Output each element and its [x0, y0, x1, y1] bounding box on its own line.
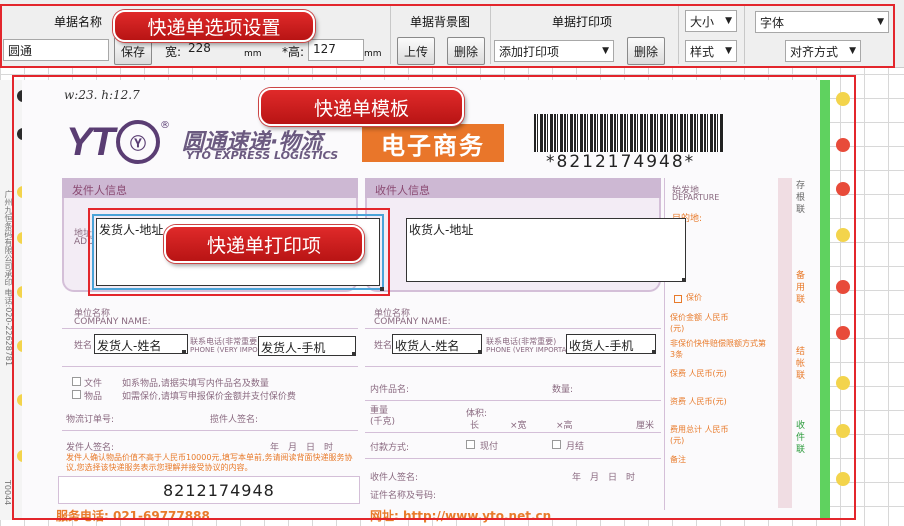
form-code: T0044	[3, 480, 12, 506]
print-items-callout: 快递单打印项	[164, 225, 364, 263]
template-callout: 快递单模板	[259, 88, 464, 126]
template-highlight-frame	[12, 75, 856, 520]
options-callout: 快递单选项设置	[113, 10, 315, 42]
